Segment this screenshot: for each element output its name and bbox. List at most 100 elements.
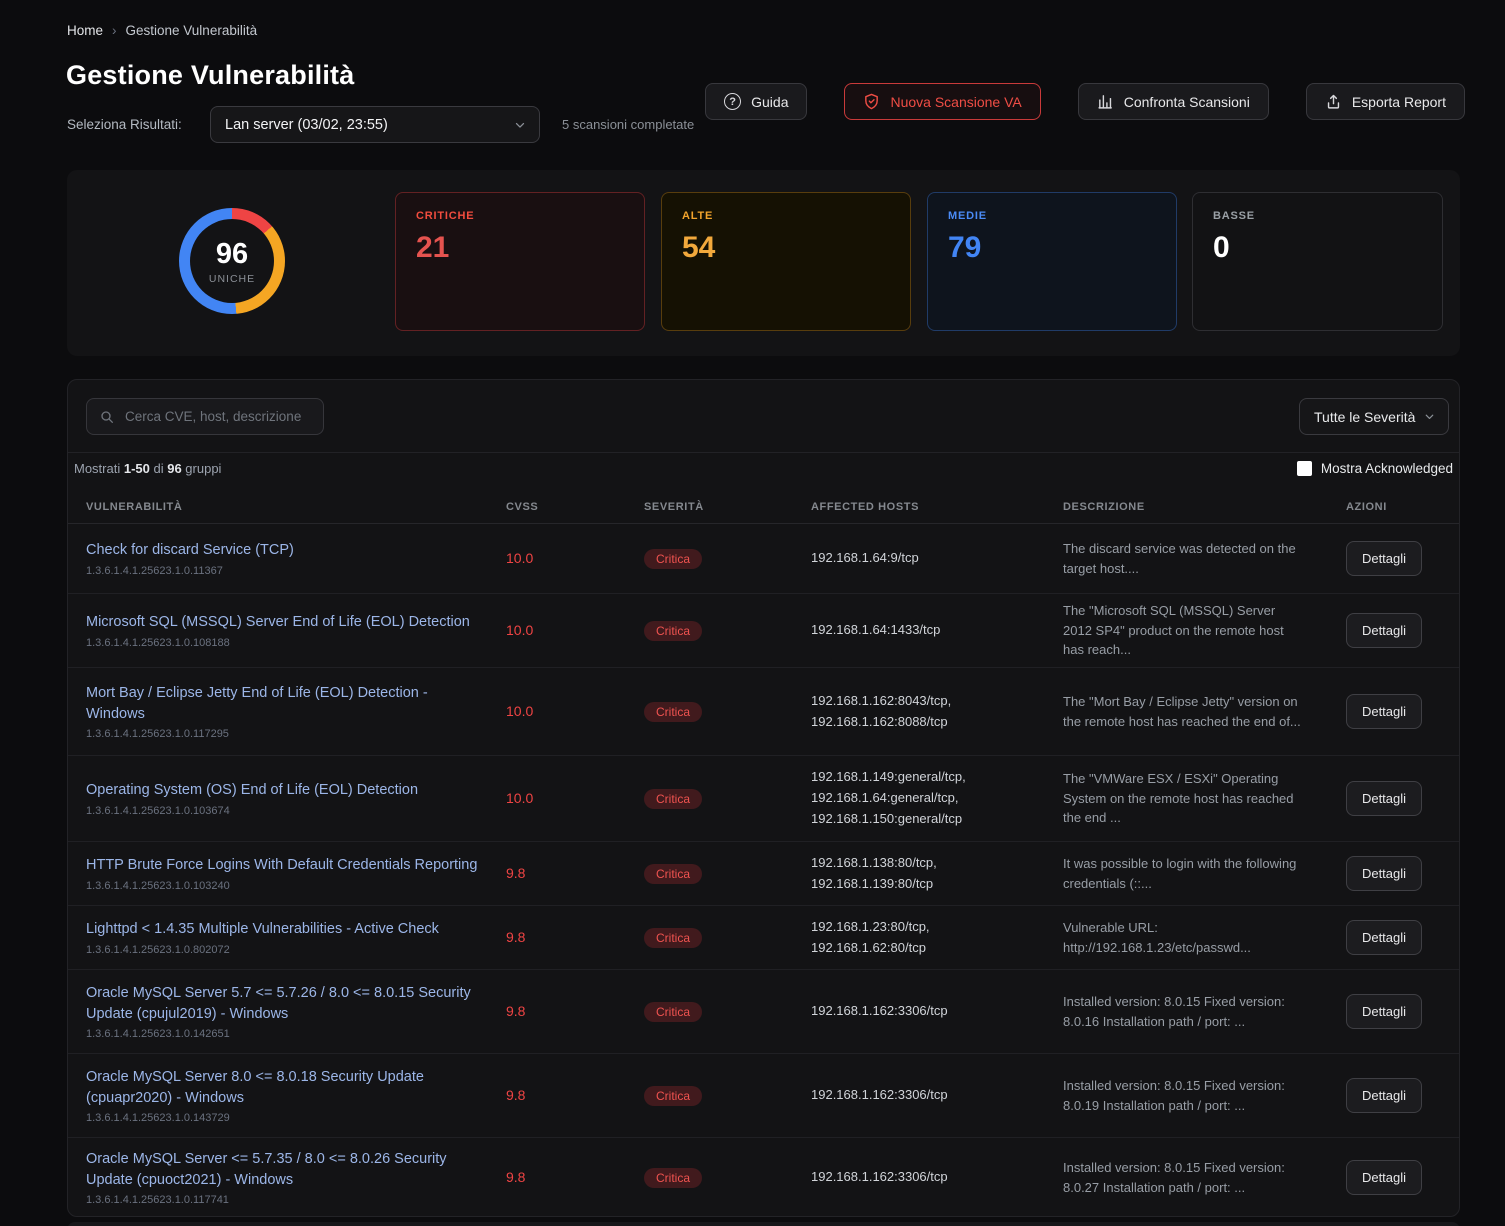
- vulnerability-link[interactable]: Mort Bay / Eclipse Jetty End of Life (EO…: [86, 683, 506, 725]
- table-row: HTTP Brute Force Logins With Default Cre…: [68, 842, 1459, 906]
- severity-badge: Critica: [644, 789, 702, 809]
- host-entry: 192.168.1.162:3306/tcp: [811, 1167, 1063, 1188]
- host-entry: 192.168.1.62:80/tcp: [811, 938, 1063, 959]
- details-button[interactable]: Dettagli: [1346, 856, 1422, 891]
- pagination-panel-sliver: [67, 1222, 1460, 1226]
- vulnerability-oid: 1.3.6.1.4.1.25623.1.0.103240: [86, 880, 506, 892]
- severity-badge: Critica: [644, 549, 702, 569]
- details-button[interactable]: Dettagli: [1346, 1078, 1422, 1113]
- vulnerability-oid: 1.3.6.1.4.1.25623.1.0.11367: [86, 565, 506, 577]
- cvss-cell: 10.0: [506, 622, 644, 640]
- affected-hosts-cell: 192.168.1.64:9/tcp: [811, 548, 1063, 569]
- host-entry: 192.168.1.162:3306/tcp: [811, 1085, 1063, 1106]
- stat-card-critiche: CRITICHE 21: [395, 192, 645, 331]
- vulnerability-link[interactable]: Oracle MySQL Server <= 5.7.35 / 8.0 <= 8…: [86, 1149, 506, 1191]
- results-count-text: Mostrati 1-50 di 96 gruppi: [74, 461, 221, 476]
- column-header-vulnerabilita: VULNERABILITÀ: [86, 501, 506, 513]
- scan-result-select[interactable]: Lan server (03/02, 23:55): [210, 106, 540, 143]
- confronta-scansioni-button[interactable]: Confronta Scansioni: [1078, 83, 1269, 120]
- acknowledged-checkbox[interactable]: [1297, 461, 1312, 476]
- vulnerability-link[interactable]: Operating System (OS) End of Life (EOL) …: [86, 780, 506, 801]
- details-button[interactable]: Dettagli: [1346, 613, 1422, 648]
- vulnerability-link[interactable]: Oracle MySQL Server 8.0 <= 8.0.18 Securi…: [86, 1067, 506, 1109]
- description-cell: Installed version: 8.0.15 Fixed version:…: [1063, 1076, 1346, 1115]
- stat-card-critiche-label: CRITICHE: [416, 210, 624, 222]
- description-cell: The "VMWare ESX / ESXi" Operating System…: [1063, 769, 1346, 828]
- column-header-affected-hosts: AFFECTED HOSTS: [811, 501, 1063, 513]
- help-icon: ?: [724, 93, 741, 110]
- description-cell: The "Mort Bay / Eclipse Jetty" version o…: [1063, 692, 1346, 731]
- vulnerability-oid: 1.3.6.1.4.1.25623.1.0.117295: [86, 728, 506, 740]
- column-header-cvss: CVSS: [506, 501, 644, 513]
- scan-result-select-value: Lan server (03/02, 23:55): [225, 117, 388, 133]
- vulnerability-link[interactable]: Oracle MySQL Server 5.7 <= 5.7.26 / 8.0 …: [86, 983, 506, 1025]
- table-row: Check for discard Service (TCP) 1.3.6.1.4…: [68, 524, 1459, 594]
- affected-hosts-cell: 192.168.1.64:1433/tcp: [811, 620, 1063, 641]
- table-row: Oracle MySQL Server 5.7 <= 5.7.26 / 8.0 …: [68, 970, 1459, 1054]
- table-row: Oracle MySQL Server <= 5.7.35 / 8.0 <= 8…: [68, 1138, 1459, 1217]
- esporta-report-button[interactable]: Esporta Report: [1306, 83, 1465, 120]
- severity-badge: Critica: [644, 1002, 702, 1022]
- host-entry: 192.168.1.64:1433/tcp: [811, 620, 1063, 641]
- guida-button[interactable]: ? Guida: [705, 83, 807, 120]
- cvss-cell: 9.8: [506, 1003, 644, 1021]
- table-row: Lighttpd < 1.4.35 Multiple Vulnerabiliti…: [68, 906, 1459, 970]
- severity-cell: Critica: [644, 789, 811, 809]
- details-button[interactable]: Dettagli: [1346, 694, 1422, 729]
- nuova-scansione-button[interactable]: Nuova Scansione VA: [844, 83, 1040, 120]
- vulnerability-link[interactable]: HTTP Brute Force Logins With Default Cre…: [86, 855, 506, 876]
- vulnerability-table-panel: Tutte le Severità Mostrati 1-50 di 96 gr…: [67, 379, 1460, 1217]
- severity-cell: Critica: [644, 1086, 811, 1106]
- breadcrumb-home-link[interactable]: Home: [67, 23, 103, 38]
- column-header-descrizione: DESCRIZIONE: [1063, 501, 1346, 513]
- column-header-azioni: AZIONI: [1346, 501, 1459, 513]
- scan-count-status: 5 scansioni completate: [562, 117, 694, 132]
- details-button[interactable]: Dettagli: [1346, 994, 1422, 1029]
- table-row: Operating System (OS) End of Life (EOL) …: [68, 756, 1459, 842]
- vulnerability-cell: HTTP Brute Force Logins With Default Cre…: [86, 855, 506, 891]
- vulnerability-link[interactable]: Microsoft SQL (MSSQL) Server End of Life…: [86, 612, 506, 633]
- table-header-row: VULNERABILITÀ CVSS SEVERITÀ AFFECTED HOS…: [68, 491, 1459, 524]
- details-button[interactable]: Dettagli: [1346, 920, 1422, 955]
- host-entry: 192.168.1.64:general/tcp,: [811, 788, 1063, 809]
- cvss-score: 10.0: [506, 703, 533, 719]
- details-button[interactable]: Dettagli: [1346, 541, 1422, 576]
- actions-cell: Dettagli: [1346, 781, 1459, 816]
- cvss-cell: 10.0: [506, 790, 644, 808]
- cvss-score: 10.0: [506, 622, 533, 638]
- description-cell: Installed version: 8.0.15 Fixed version:…: [1063, 992, 1346, 1031]
- host-entry: 192.168.1.23:80/tcp,: [811, 917, 1063, 938]
- nuova-scansione-button-label: Nuova Scansione VA: [890, 94, 1021, 110]
- vulnerability-cell: Lighttpd < 1.4.35 Multiple Vulnerabiliti…: [86, 919, 506, 955]
- severity-donut-chart: 96 UNICHE: [179, 208, 285, 314]
- description-cell: Installed version: 8.0.15 Fixed version:…: [1063, 1158, 1346, 1197]
- stat-card-alte-value: 54: [682, 231, 890, 265]
- vulnerability-link[interactable]: Lighttpd < 1.4.35 Multiple Vulnerabiliti…: [86, 919, 506, 940]
- affected-hosts-cell: 192.168.1.23:80/tcp,192.168.1.62:80/tcp: [811, 917, 1063, 959]
- details-button[interactable]: Dettagli: [1346, 781, 1422, 816]
- vulnerability-oid: 1.3.6.1.4.1.25623.1.0.802072: [86, 944, 506, 956]
- cvss-score: 9.8: [506, 865, 525, 881]
- severity-filter-select[interactable]: Tutte le Severità: [1299, 398, 1449, 435]
- search-input[interactable]: [125, 409, 311, 424]
- actions-cell: Dettagli: [1346, 856, 1459, 891]
- actions-cell: Dettagli: [1346, 920, 1459, 955]
- vulnerability-cell: Microsoft SQL (MSSQL) Server End of Life…: [86, 612, 506, 648]
- stat-card-medie-value: 79: [948, 231, 1156, 265]
- description-cell: Vulnerable URL: http://192.168.1.23/etc/…: [1063, 918, 1346, 957]
- cvss-score: 9.8: [506, 1087, 525, 1103]
- bar-chart-icon: [1097, 93, 1114, 110]
- host-entry: 192.168.1.150:general/tcp: [811, 809, 1063, 830]
- header-actions: ? Guida Nuova Scansione VA Confronta Sca…: [705, 83, 1465, 120]
- severity-badge: Critica: [644, 1086, 702, 1106]
- stat-card-basse-value: 0: [1213, 231, 1422, 265]
- host-entry: 192.168.1.139:80/tcp: [811, 874, 1063, 895]
- vulnerability-link[interactable]: Check for discard Service (TCP): [86, 540, 506, 561]
- export-icon: [1325, 93, 1342, 110]
- severity-cell: Critica: [644, 549, 811, 569]
- chevron-down-icon: [1423, 410, 1436, 423]
- breadcrumb: Home › Gestione Vulnerabilità: [67, 23, 257, 38]
- show-acknowledged-toggle[interactable]: Mostra Acknowledged: [1297, 461, 1453, 476]
- host-entry: 192.168.1.162:8043/tcp,: [811, 691, 1063, 712]
- details-button[interactable]: Dettagli: [1346, 1160, 1422, 1195]
